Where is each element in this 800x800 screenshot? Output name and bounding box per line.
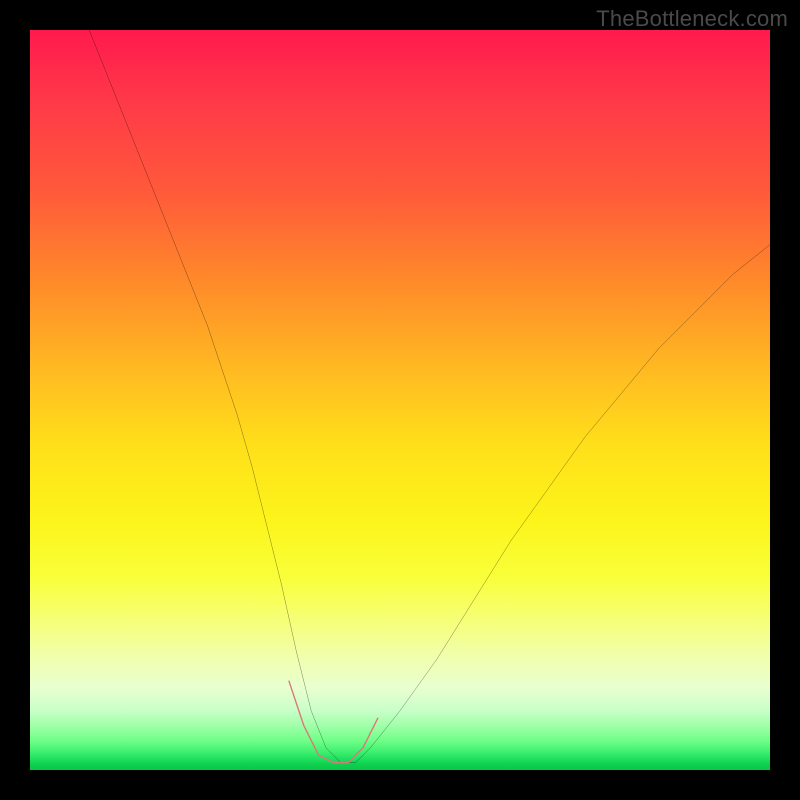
highlight-segment [289,681,378,762]
curve-layer [30,30,770,770]
bottleneck-curve [89,30,770,763]
outer-frame: TheBottleneck.com [0,0,800,800]
watermark-text: TheBottleneck.com [596,6,788,32]
